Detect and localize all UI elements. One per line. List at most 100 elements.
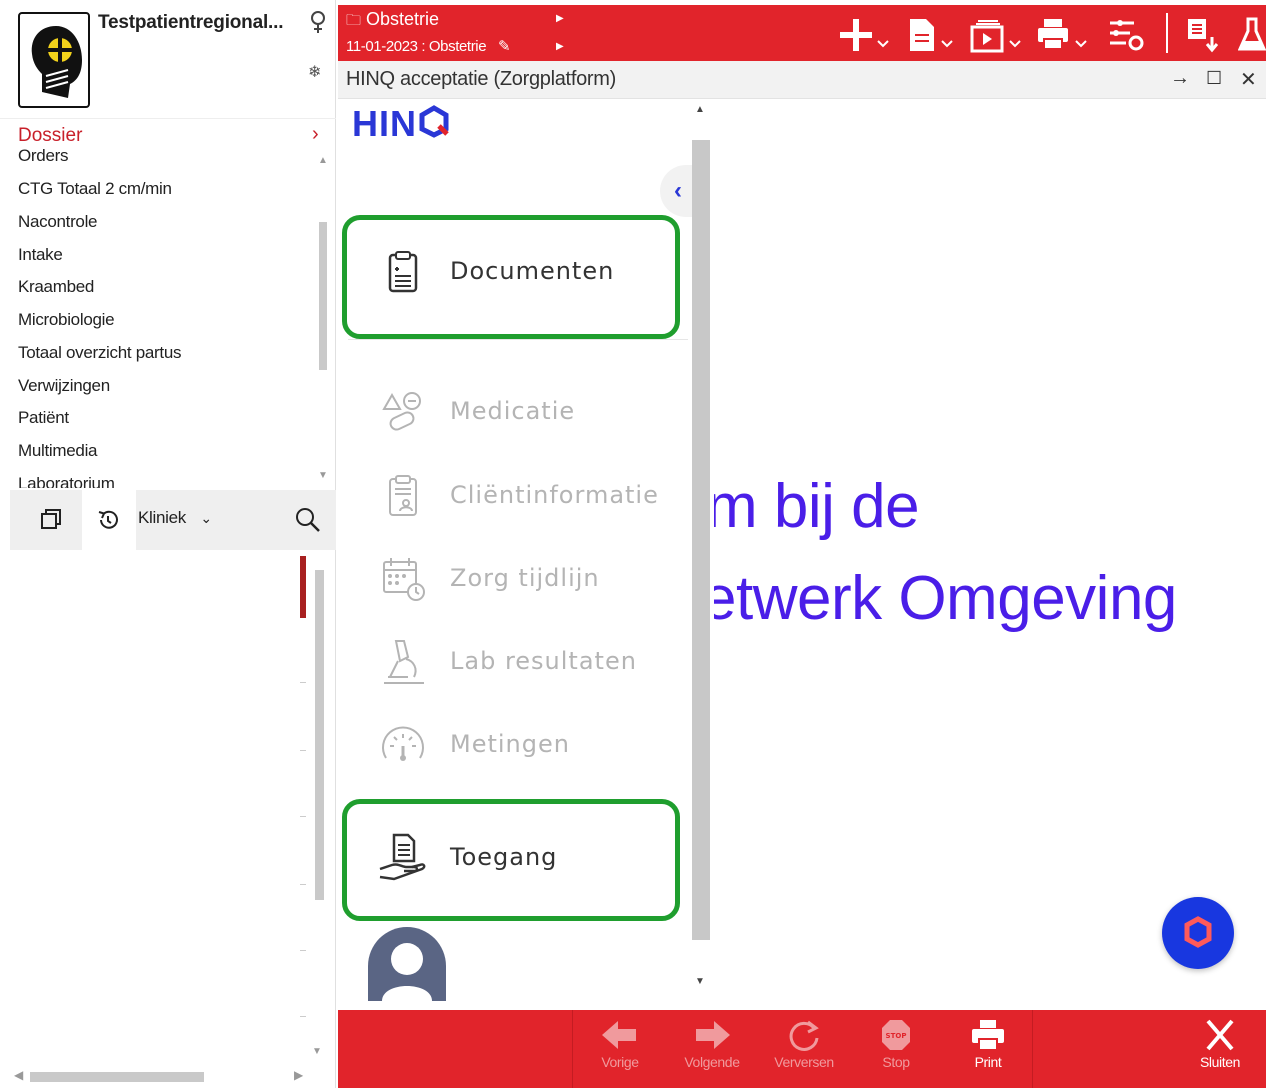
pencil-icon: ✎ (497, 38, 511, 55)
hinq-content: m bij de etwerk Omgeving (714, 99, 1266, 999)
menu-label: Metingen (450, 730, 570, 758)
patient-name[interactable]: Testpatientregional... (98, 12, 283, 34)
breadcrumb-episode[interactable]: 11-01-2023 : Obstetrie ✎ (346, 37, 511, 55)
location-select[interactable]: Kliniek ⌄ (138, 508, 212, 528)
print-button[interactable]: Print (942, 1010, 1034, 1088)
portal-title: HINQ acceptatie (Zorgplatform) (346, 68, 616, 90)
vorige-label: Vorige (601, 1054, 639, 1070)
forward-arrow-icon[interactable]: → (1170, 67, 1190, 90)
nav-item-multimedia[interactable]: Multimedia (18, 441, 98, 461)
stop-sign-icon: STOP (882, 1020, 910, 1050)
sidebar-scrollbar-thumb[interactable] (692, 140, 710, 940)
nav-item-nacontrole[interactable]: Nacontrole (18, 212, 98, 232)
menu-label: Medicatie (450, 397, 576, 425)
scroll-left-icon[interactable]: ◀ (14, 1068, 23, 1082)
patient-photo-placeholder[interactable] (18, 12, 90, 108)
menu-item-metingen[interactable]: Metingen (378, 714, 678, 774)
windows-button[interactable] (20, 490, 82, 550)
chevron-down-icon: ⌄ (200, 510, 212, 526)
printer-icon (1038, 19, 1087, 50)
sluiten-button[interactable]: Sluiten (1174, 1010, 1266, 1088)
scroll-down-icon[interactable]: ▼ (318, 470, 328, 481)
hinq-q-icon (419, 105, 449, 138)
add-icon (840, 19, 889, 51)
gauge-icon (382, 726, 424, 761)
horizontal-scrollbar-thumb[interactable] (30, 1072, 204, 1082)
nav-item-ctg[interactable]: CTG Totaal 2 cm/min (18, 179, 172, 199)
patient-sidebar: Testpatientregional... ❄ Dossier › Order… (0, 0, 336, 1088)
print-menu-button[interactable] (1036, 17, 1092, 53)
add-button[interactable] (838, 17, 892, 53)
menu-item-medicatie[interactable]: Medicatie (378, 381, 678, 441)
main-toolbar: 🗀 Obstetrie ▶ 11-01-2023 : Obstetrie ✎ ▶ (338, 5, 1266, 61)
volgende-label: Volgende (684, 1054, 740, 1070)
nav-scrollbar-thumb[interactable] (319, 222, 327, 370)
settings-button[interactable] (1108, 17, 1148, 53)
breadcrumb-module[interactable]: 🗀 Obstetrie (346, 9, 439, 35)
arrow-right-icon (696, 1021, 730, 1049)
dossier-nav-list: Orders CTG Totaal 2 cm/min Nacontrole In… (0, 148, 316, 488)
scroll-up-icon[interactable]: ▲ (318, 155, 328, 166)
breadcrumb-module-label: Obstetrie (366, 9, 440, 29)
scroll-down-icon[interactable]: ▼ (695, 976, 705, 987)
hinq-sidebar: HIN ‹ Documenten Medicatie Cliëntinforma… (338, 99, 704, 1001)
nav-item-verwijzingen[interactable]: Verwijzingen (18, 376, 110, 396)
scroll-down-icon[interactable]: ▼ (312, 1046, 322, 1057)
search-icon (296, 508, 320, 532)
close-icon[interactable]: ✕ (1240, 67, 1257, 92)
stop-button[interactable]: STOP Stop (850, 1010, 942, 1088)
hinq-fab-button[interactable] (1162, 897, 1234, 969)
timeline-tick (300, 1016, 306, 1017)
left-toolbar: Kliniek ⌄ (10, 490, 336, 550)
menu-item-lab-resultaten[interactable]: Lab resultaten (378, 631, 678, 691)
video-document-icon (970, 20, 1021, 53)
video-document-button[interactable] (970, 17, 1026, 53)
hinq-logo-text: HIN (352, 103, 417, 144)
nav-item-totaal-overzicht[interactable]: Totaal overzicht partus (18, 343, 181, 363)
verversen-button[interactable]: Verversen (758, 1010, 850, 1088)
welcome-heading-line1: m bij de (714, 472, 920, 541)
volgende-button[interactable]: Volgende (666, 1010, 758, 1088)
vorige-button[interactable]: Vorige (574, 1010, 666, 1088)
nav-item-laboratorium[interactable]: Laboratorium (18, 474, 115, 488)
lab-flask-icon (1237, 17, 1266, 51)
list-arrow-button[interactable] (1186, 17, 1222, 53)
nav-item-microbiologie[interactable]: Microbiologie (18, 310, 115, 330)
microscope-icon (384, 640, 424, 684)
timeline-scrollbar-thumb[interactable] (315, 570, 324, 900)
document-icon (910, 19, 953, 51)
dossier-header[interactable]: Dossier › (0, 118, 336, 152)
maximize-icon[interactable]: ☐ (1206, 68, 1222, 89)
scroll-right-icon[interactable]: ▶ (294, 1068, 303, 1082)
lab-button[interactable] (1237, 17, 1266, 53)
chevron-left-icon: ‹ (674, 177, 682, 204)
refresh-icon (789, 1020, 819, 1051)
nav-item-orders[interactable]: Orders (18, 148, 68, 166)
timeline-marker (300, 556, 306, 618)
nav-item-patient[interactable]: Patiënt (18, 408, 69, 428)
highlight-box-toegang (342, 799, 680, 921)
document-button[interactable] (906, 17, 960, 53)
hinq-logo: HIN (352, 103, 451, 145)
list-arrow-icon (1188, 19, 1219, 53)
timeline-tick (300, 816, 306, 817)
snowflake-icon[interactable]: ❄ (308, 62, 321, 82)
toolbar-divider (1166, 13, 1168, 53)
location-select-value: Kliniek (138, 508, 186, 527)
user-avatar[interactable] (368, 927, 446, 1001)
nav-item-intake[interactable]: Intake (18, 245, 63, 265)
divider (348, 339, 688, 340)
history-button[interactable] (82, 490, 136, 550)
caret-right-icon[interactable]: ▶ (556, 41, 564, 52)
close-icon (1206, 1019, 1234, 1051)
menu-label: Zorg tijdlijn (450, 564, 600, 592)
caret-right-icon[interactable]: ▶ (556, 13, 564, 24)
chevron-right-icon[interactable]: › (312, 123, 319, 146)
search-button[interactable] (294, 506, 322, 534)
menu-item-clientinformatie[interactable]: Cliëntinformatie (378, 465, 678, 525)
timeline-tick (300, 950, 306, 951)
timeline-tick (300, 682, 306, 683)
menu-item-zorg-tijdlijn[interactable]: Zorg tijdlijn (378, 548, 678, 608)
nav-item-kraambed[interactable]: Kraambed (18, 277, 94, 297)
scroll-up-icon[interactable]: ▲ (695, 104, 705, 115)
